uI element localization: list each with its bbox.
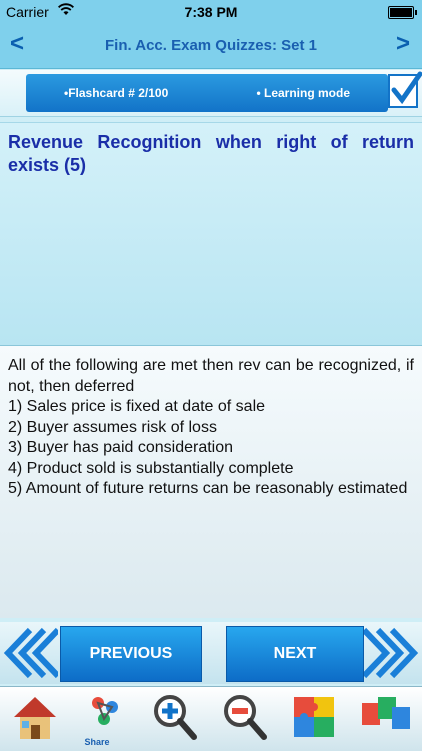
puzzle-icon: [294, 697, 334, 737]
next-button[interactable]: NEXT: [226, 626, 364, 682]
abc-icon: [362, 697, 410, 729]
previous-button[interactable]: PREVIOUS: [60, 626, 202, 682]
answer-line: 4) Product sold is substantially complet…: [8, 459, 294, 477]
share-label: Share: [84, 737, 110, 747]
answer-line: 3) Buyer has paid consideration: [8, 439, 234, 456]
share-icon: [92, 697, 118, 725]
answer-line: 5) Amount of future returns can be reaso…: [8, 480, 408, 497]
back-button[interactable]: <: [10, 30, 24, 58]
chevron-right-icon[interactable]: [364, 626, 422, 680]
mode-label: • Learning mode: [256, 86, 350, 100]
abc-tab[interactable]: [356, 689, 414, 749]
answer-line: All of the following are met then rev ca…: [8, 357, 414, 395]
zoom-in-tab[interactable]: [146, 689, 204, 749]
flashcard-info-bar: •Flashcard # 2/100 • Learning mode: [26, 74, 388, 112]
flashcard-counter: •Flashcard # 2/100: [64, 86, 169, 100]
question-text: Revenue Recognition when right of return…: [8, 132, 414, 175]
forward-button[interactable]: >: [396, 30, 410, 58]
button-bar: PREVIOUS NEXT: [0, 622, 422, 684]
share-tab[interactable]: Share: [76, 689, 134, 749]
battery-icon: [388, 6, 417, 19]
zoom-in-icon: [154, 695, 197, 740]
checkmark-icon[interactable]: [388, 71, 422, 108]
zoom-out-tab[interactable]: [216, 689, 274, 749]
zoom-out-icon: [224, 695, 267, 740]
bottom-toolbar: Share: [0, 686, 422, 751]
answer-line: 1) Sales price is fixed at date of sale: [8, 398, 266, 415]
home-tab[interactable]: [6, 689, 64, 749]
clock: 7:38 PM: [184, 4, 238, 20]
status-bar: Carrier 7:38 PM: [0, 0, 422, 24]
home-icon: [14, 697, 56, 739]
answer-text: All of the following are met then rev ca…: [8, 356, 414, 500]
info-strip: •Flashcard # 2/100 • Learning mode: [0, 70, 422, 117]
chevron-left-icon[interactable]: [0, 626, 58, 680]
question-panel: Revenue Recognition when right of return…: [0, 122, 422, 346]
nav-bar: < Fin. Acc. Exam Quizzes: Set 1 >: [0, 24, 422, 69]
page-title: Fin. Acc. Exam Quizzes: Set 1: [104, 37, 317, 54]
puzzle-tab[interactable]: [286, 689, 344, 749]
answer-panel: All of the following are met then rev ca…: [0, 346, 422, 618]
answer-line: 2) Buyer assumes risk of loss: [8, 418, 217, 436]
